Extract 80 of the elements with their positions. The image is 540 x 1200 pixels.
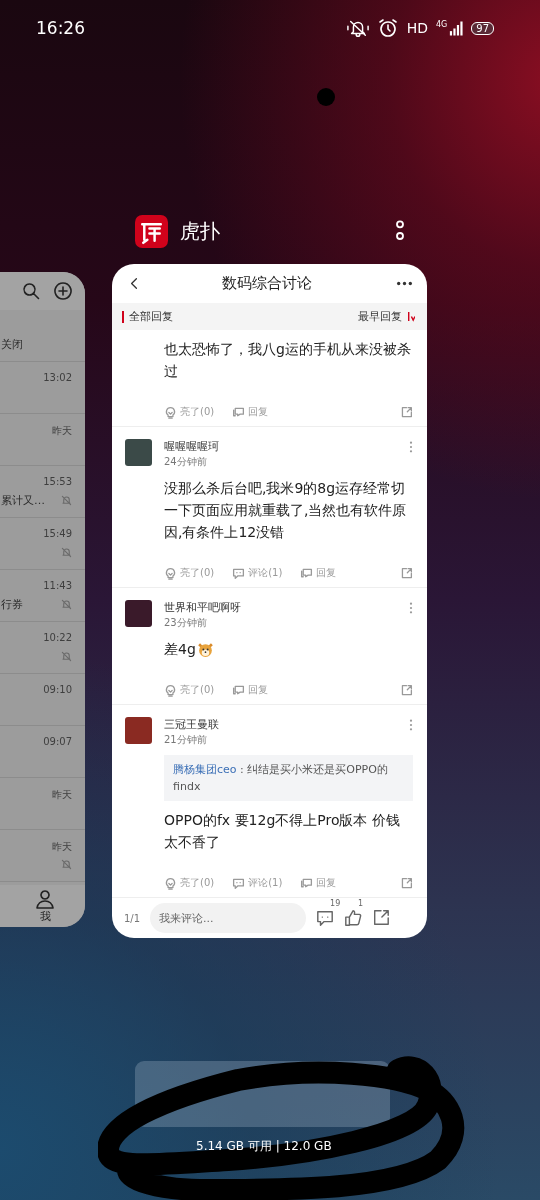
action-button[interactable]: 亮了(0)	[164, 683, 215, 697]
thumbs-up-icon[interactable]	[344, 909, 363, 927]
search-icon[interactable]	[21, 281, 41, 301]
message-time: 10:22	[43, 632, 72, 644]
app-card[interactable]: 关闭 13:02 昨天 15:53 累计又… 15:49 11:43 行券 10:22 09:10 09:07 昨天 昨天 我	[0, 272, 85, 927]
reply-icon	[232, 405, 246, 419]
comment-input-field[interactable]: 我来评论...	[150, 903, 307, 933]
message-time: 15:49	[43, 528, 72, 540]
share-icon[interactable]	[372, 909, 391, 927]
quoted-reply: 腾杨集团ceo : 纠结是买小米还是买OPPO的findx	[164, 755, 413, 801]
alarm-clock-icon	[376, 18, 399, 38]
page-indicator: 1/1	[124, 912, 141, 924]
action-button[interactable]: 评论(1)	[232, 566, 283, 580]
signal-icon	[449, 20, 464, 36]
message-preview: 行券	[1, 596, 23, 612]
message-time: 11:43	[43, 580, 72, 592]
action-button[interactable]: 回复	[300, 566, 337, 580]
reply-icon	[232, 683, 246, 697]
action-button[interactable]: 评论(1)	[232, 876, 283, 890]
share-icon[interactable]	[400, 405, 413, 419]
message-time: 13:02	[43, 372, 72, 384]
post-time: 23分钟前	[164, 616, 208, 630]
like-count: 1	[358, 899, 364, 908]
comment-count: 19	[330, 899, 341, 908]
mute-bell-icon	[346, 18, 369, 38]
camera-hole-icon	[317, 88, 335, 106]
page-title: 数码综合讨论	[221, 274, 313, 293]
memory-usage: 5.14 GB 可用 | 12.0 GB	[196, 1138, 332, 1155]
message-time: 15:53	[43, 476, 72, 488]
action-button[interactable]: 亮了(0)	[164, 876, 215, 890]
bulb-icon	[164, 566, 177, 580]
share-icon[interactable]	[400, 683, 413, 697]
more-options-icon[interactable]	[396, 281, 413, 286]
message-time: 09:07	[43, 736, 72, 748]
user-name[interactable]: 三冠王曼联	[164, 717, 397, 733]
back-icon[interactable]	[130, 277, 138, 290]
reply-icon	[300, 876, 314, 890]
clock-time: 16:26	[36, 18, 85, 38]
message-time: 09:10	[43, 684, 72, 696]
user-name[interactable]: 世界和平吧啊呀	[164, 600, 397, 616]
comment-text: 没那么杀后台吧,我米9的8g运存经常切一下页面应用就重载了,当然也有软件原因,有条件上12没错	[164, 479, 408, 542]
bulb-icon	[164, 405, 177, 419]
action-button[interactable]: 亮了(0)	[164, 405, 215, 419]
sort-button[interactable]: 最早回复	[358, 309, 415, 324]
post-time: 24分钟前	[164, 455, 208, 469]
comment-text: 也太恐怖了，我八g运的手机从来没被杀过	[164, 340, 412, 381]
message-time: 昨天	[52, 424, 72, 436]
share-icon[interactable]	[400, 566, 413, 580]
comment-icon	[232, 566, 246, 580]
bulb-icon	[164, 683, 177, 697]
filter-label: 全部回复	[129, 309, 174, 324]
app-logo-icon	[135, 214, 168, 248]
add-icon[interactable]	[53, 281, 73, 301]
battery-level: 97	[471, 21, 494, 35]
comment-icon[interactable]	[316, 909, 335, 927]
message-preview: 关闭	[1, 336, 23, 352]
person-icon	[35, 889, 55, 909]
reply-icon	[300, 566, 314, 580]
message-time: 昨天	[52, 788, 72, 800]
action-button[interactable]: 亮了(0)	[164, 566, 215, 580]
comment-text: OPPO的fx 要12g不得上Pro版本 价钱太不香了	[164, 811, 401, 852]
message-time: 昨天	[52, 840, 72, 852]
action-button[interactable]: 回复	[232, 683, 269, 697]
bulb-icon	[164, 876, 177, 890]
user-name[interactable]: 喔喔喔喔珂	[164, 439, 397, 455]
post-time: 21分钟前	[164, 733, 208, 747]
more-options-icon[interactable]	[395, 219, 405, 243]
app-name: 虎扑	[180, 217, 221, 245]
clear-all-button[interactable]	[135, 1061, 390, 1127]
action-button[interactable]: 回复	[232, 405, 269, 419]
action-button[interactable]: 回复	[300, 876, 337, 890]
profile-label: 我	[39, 909, 51, 924]
sort-icon	[406, 311, 415, 322]
accent-bar	[122, 310, 124, 323]
comment-icon	[232, 876, 246, 890]
hd-indicator: HD	[406, 20, 428, 36]
network-type: 4G	[435, 20, 448, 29]
comment-text: 差4g	[164, 640, 196, 659]
share-icon[interactable]	[400, 876, 413, 890]
message-preview: 累计又…	[1, 492, 45, 508]
